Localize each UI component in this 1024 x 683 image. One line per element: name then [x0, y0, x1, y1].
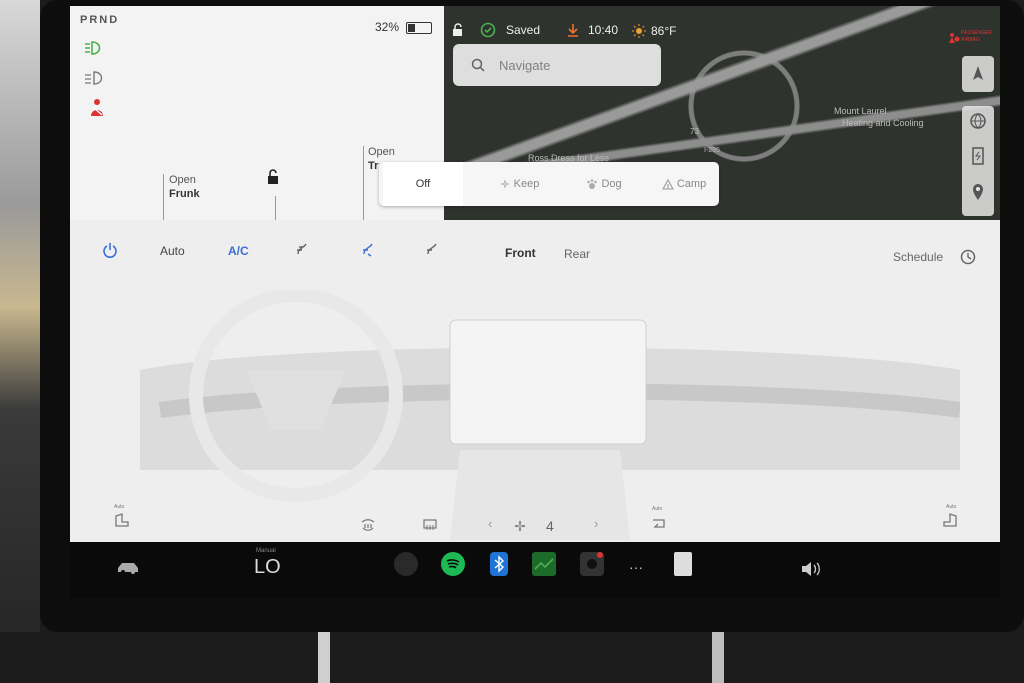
frunk-indicator-line [163, 174, 164, 220]
climate-keeper-popup: Off Keep Dog Camp [379, 162, 719, 206]
fan-increase-button[interactable]: › [594, 516, 598, 531]
keeper-camp-option[interactable]: Camp [644, 162, 724, 206]
globe-icon[interactable] [962, 106, 994, 136]
airbag-label-1: PASSENGER [961, 30, 992, 36]
airflow-face-icon[interactable] [294, 242, 310, 258]
cabin-temp-value[interactable]: LO [254, 556, 281, 579]
clock: 10:40 [588, 23, 619, 37]
driver-seat-auto-label: Auto [114, 504, 125, 510]
energy-app-icon[interactable] [532, 552, 556, 576]
dashcam-icon[interactable] [580, 552, 604, 576]
map-poi-mount-laurel[interactable]: Mount Laurel [834, 106, 887, 116]
charging-station-icon[interactable] [962, 141, 994, 171]
climate-panel: Auto A/C Front Rear Schedule Auto ‹ 4 › [70, 220, 1000, 550]
front-defrost-icon[interactable] [422, 518, 438, 532]
front-tab[interactable]: Front [505, 246, 536, 260]
clock-icon[interactable] [960, 249, 976, 265]
keeper-keep-label: Keep [513, 178, 540, 190]
location-pin-icon[interactable] [962, 176, 994, 206]
auto-button[interactable]: Auto [160, 244, 185, 258]
airflow-defrost-icon[interactable] [424, 242, 440, 258]
schedule-button[interactable]: Schedule [893, 250, 943, 264]
airbag-label-2: AIRBAG [961, 37, 980, 43]
low-beam-icon [84, 70, 106, 86]
unlock-icon[interactable] [264, 168, 282, 186]
tent-icon [661, 178, 674, 190]
recirculate-icon[interactable] [650, 516, 668, 532]
climate-power-icon[interactable] [102, 242, 118, 258]
cabin-illustration [140, 290, 960, 540]
trunk-indicator-line [363, 146, 364, 220]
saved-check-icon [480, 22, 496, 38]
screen-stand-left [318, 632, 330, 683]
map-orientation-button[interactable] [962, 56, 994, 92]
battery-fill [408, 24, 415, 32]
cabin-trim [0, 0, 40, 683]
more-apps-icon[interactable]: ··· [629, 559, 643, 575]
keeper-camp-label: Camp [676, 178, 707, 190]
bluetooth-icon[interactable] [490, 552, 508, 576]
bottom-dock: Manual LO ··· [70, 542, 1000, 598]
keeper-dog-option[interactable]: Dog [564, 162, 644, 206]
download-update-icon[interactable] [566, 23, 580, 37]
screen-stand-right [712, 632, 724, 683]
door-indicator-line [275, 196, 276, 220]
keeper-keep-option[interactable]: Keep [479, 162, 559, 206]
airflow-feet-icon[interactable] [360, 242, 376, 258]
fan-speed-value: 4 [546, 518, 554, 534]
camera-app-icon[interactable] [394, 552, 418, 576]
sun-icon [632, 24, 646, 38]
headlight-icon [84, 40, 106, 56]
fan-decrease-button[interactable]: ‹ [488, 516, 492, 531]
trunk-label[interactable]: Tr [368, 160, 378, 172]
battery-percent: 32% [375, 20, 400, 34]
volume-icon[interactable] [800, 560, 822, 578]
console-below [0, 632, 1024, 683]
saved-label[interactable]: Saved [506, 23, 540, 37]
seatbelt-warning-icon [87, 98, 107, 118]
fan-speed-icon [514, 520, 526, 532]
fan-icon [500, 180, 509, 188]
passenger-seat-heat-icon[interactable] [942, 510, 960, 528]
map-poi-mount-laurel-sub[interactable]: Heating and Cooling [842, 118, 924, 128]
gear-selector: PRND [80, 14, 120, 26]
keeper-off-option[interactable]: Off [383, 162, 463, 206]
compass-icon [973, 66, 983, 80]
passenger-seat-auto-label: Auto [946, 504, 957, 510]
outside-temperature: 86°F [651, 24, 677, 38]
touchscreen: Mount Laurel Heating and Cooling Ross Dr… [70, 6, 1000, 598]
rear-defrost-icon[interactable] [360, 518, 376, 532]
keeper-dog-label: Dog [601, 178, 622, 190]
navigate-placeholder: Navigate [499, 58, 551, 73]
route-shield-73: 73 [690, 127, 699, 136]
driver-seat-heat-icon[interactable] [112, 510, 130, 528]
map-side-controls [962, 106, 994, 216]
route-shield-295: I-295 [704, 147, 720, 154]
rear-tab[interactable]: Rear [564, 247, 590, 261]
battery-icon [406, 22, 432, 34]
car-icon[interactable] [116, 560, 140, 576]
frunk-label[interactable]: Frunk [169, 188, 200, 200]
spotify-icon[interactable] [441, 552, 465, 576]
ac-button[interactable]: A/C [228, 244, 249, 258]
temp-mode-label: Manual [256, 548, 276, 554]
search-icon [471, 58, 485, 72]
passenger-airbag-icon [948, 32, 960, 44]
paw-icon [587, 179, 598, 190]
frunk-open-label[interactable]: Open [169, 174, 196, 186]
recirculate-auto-label: Auto [652, 506, 663, 512]
notes-app-icon[interactable] [674, 552, 692, 576]
lock-status-icon[interactable] [451, 23, 465, 37]
navigate-search[interactable]: Navigate [453, 44, 661, 86]
trunk-open-label[interactable]: Open [368, 146, 395, 158]
